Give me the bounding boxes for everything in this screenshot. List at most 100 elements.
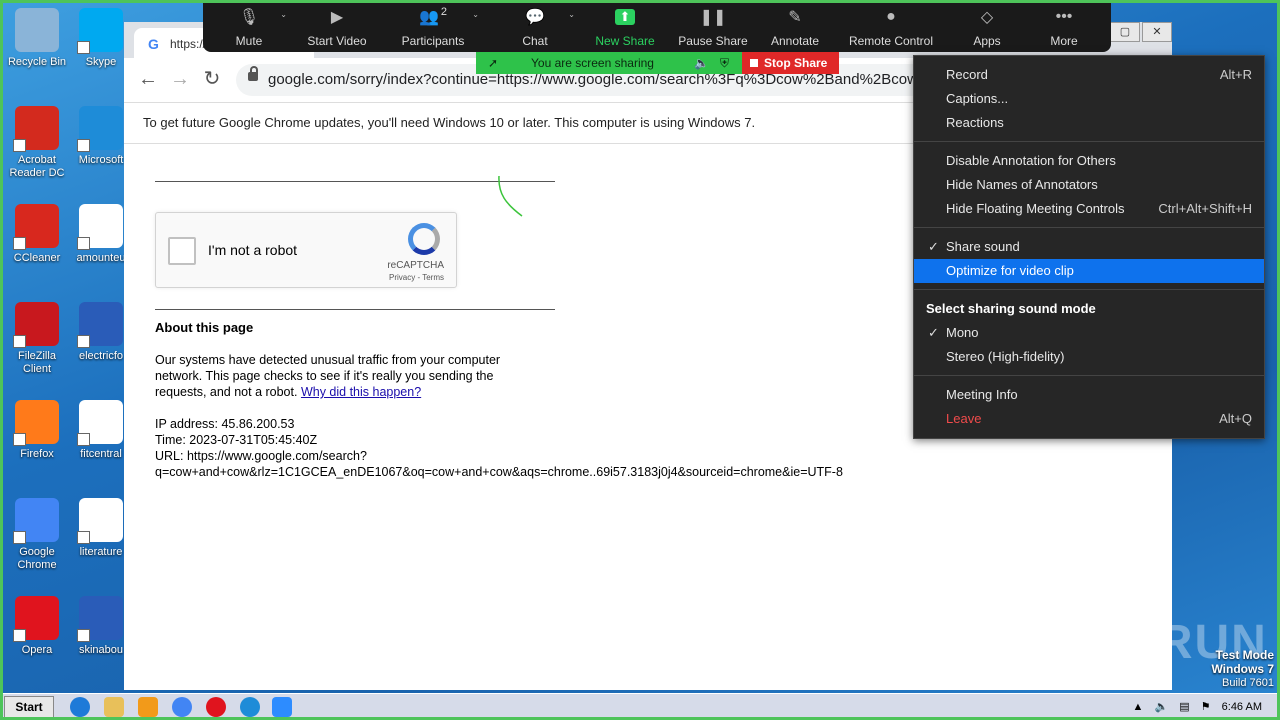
speaker-icon[interactable]: 🔈 bbox=[694, 52, 709, 74]
forward-arrow-icon[interactable]: → bbox=[168, 68, 192, 92]
more-button[interactable]: ••• More bbox=[1023, 0, 1105, 52]
zoom-meeting-toolbar: 🎙 Mute ⌄ ▶ Start Video 👥 2 Participants ⌄ 💬 Chat ⌄ ⬆… bbox=[203, 0, 1111, 52]
ip-address: IP address: 45.86.200.53 bbox=[155, 417, 295, 431]
desktop-icon[interactable]: CCleaner bbox=[4, 204, 70, 265]
media-player-icon[interactable] bbox=[138, 697, 158, 717]
chat-button[interactable]: 💬 Chat ⌄ bbox=[487, 0, 583, 52]
menu-captions[interactable]: Captions... bbox=[914, 87, 1264, 111]
zoom-taskbar-icon[interactable] bbox=[272, 697, 292, 717]
new-share-button[interactable]: ⬆ New Share bbox=[583, 0, 667, 52]
filezilla-icon bbox=[13, 302, 59, 348]
more-menu: Record Alt+R Captions... Reactions Disabl… bbox=[913, 55, 1265, 439]
menu-separator bbox=[914, 289, 1264, 290]
menu-stereo[interactable]: Stereo (High-fidelity) bbox=[914, 345, 1264, 369]
chevron-down-icon[interactable]: ⌄ bbox=[472, 10, 479, 19]
chrome-icon bbox=[13, 498, 59, 544]
desktop-icon[interactable]: Acrobat Reader DC bbox=[4, 106, 70, 180]
menu-optimize-video[interactable]: Optimize for video clip bbox=[914, 259, 1264, 283]
menu-mono[interactable]: ✓ Mono bbox=[914, 321, 1264, 345]
request-details: IP address: 45.86.200.53 Time: 2023-07-3… bbox=[155, 416, 875, 480]
blank-file-icon bbox=[77, 400, 123, 446]
microphone-icon: 🎙 bbox=[238, 9, 260, 26]
lock-icon bbox=[248, 66, 258, 81]
divider bbox=[155, 309, 555, 310]
chrome-taskbar-icon[interactable] bbox=[172, 697, 192, 717]
opera-icon bbox=[13, 596, 59, 642]
volume-icon[interactable]: 🔈 bbox=[1154, 701, 1168, 713]
desktop-icon-label: Opera bbox=[21, 644, 53, 656]
mute-button[interactable]: 🎙 Mute ⌄ bbox=[203, 0, 295, 52]
captcha-label: I'm not a robot bbox=[208, 242, 298, 258]
desktop-icon-label: Recycle Bin bbox=[7, 56, 67, 68]
menu-meeting-info[interactable]: Meeting Info bbox=[914, 383, 1264, 407]
annotation-stroke bbox=[498, 175, 523, 217]
opera-taskbar-icon[interactable] bbox=[206, 697, 226, 717]
desktop-icon[interactable]: Firefox bbox=[4, 400, 70, 461]
about-heading: About this page bbox=[155, 320, 254, 335]
start-button[interactable]: Start bbox=[4, 696, 54, 718]
blank-file-icon bbox=[77, 498, 123, 544]
recaptcha-widget: I'm not a robot reCAPTCHA Privacy - Term… bbox=[155, 212, 457, 288]
menu-leave[interactable]: Leave Alt+Q bbox=[914, 407, 1264, 431]
desktop-icon[interactable]: FileZilla Client bbox=[4, 302, 70, 376]
ie-icon[interactable] bbox=[70, 697, 90, 717]
ellipsis-icon: ••• bbox=[1055, 8, 1073, 25]
captcha-checkbox[interactable] bbox=[168, 237, 196, 265]
participants-icon: 👥 bbox=[418, 9, 439, 26]
acrobat-icon bbox=[13, 106, 59, 152]
reload-icon[interactable]: ↻ bbox=[200, 68, 224, 92]
annotate-button[interactable]: ✎ Annotate bbox=[759, 0, 831, 52]
pause-share-button[interactable]: ❚❚ Pause Share bbox=[667, 0, 759, 52]
taskbar: Start ▲ 🔈 ▤ ⚑ 6:46 AM bbox=[0, 693, 1280, 720]
desktop-icon-label: Firefox bbox=[20, 448, 54, 460]
checkmark-icon: ✓ bbox=[928, 239, 939, 254]
pin-icon[interactable]: ➚ bbox=[488, 52, 498, 74]
chevron-down-icon[interactable]: ⌄ bbox=[568, 10, 575, 19]
ccleaner-icon bbox=[13, 204, 59, 250]
menu-record[interactable]: Record Alt+R bbox=[914, 63, 1264, 87]
edge-taskbar-icon[interactable] bbox=[240, 697, 260, 717]
menu-hide-floating-controls[interactable]: Hide Floating Meeting Controls Ctrl+Alt+S… bbox=[914, 197, 1264, 221]
close-window-button[interactable]: ✕ bbox=[1142, 22, 1172, 42]
start-video-button[interactable]: ▶ Start Video bbox=[295, 0, 379, 52]
chevron-down-icon[interactable]: ⌄ bbox=[280, 10, 287, 19]
desktop-icon[interactable]: Opera bbox=[4, 596, 70, 657]
desktop-icon[interactable]: Recycle Bin bbox=[4, 8, 70, 69]
remote-control-button[interactable]: ● Remote Control bbox=[831, 0, 951, 52]
desktop-icon[interactable]: Google Chrome bbox=[4, 498, 70, 572]
desktop-icon-label: Acrobat Reader DC bbox=[9, 154, 65, 179]
shield-icon: ⛨ bbox=[720, 56, 730, 70]
back-arrow-icon[interactable]: ← bbox=[136, 68, 160, 92]
blank-file-icon bbox=[77, 204, 123, 250]
stop-share-button[interactable]: Stop Share bbox=[742, 52, 839, 74]
apps-button[interactable]: ◇ Apps bbox=[951, 0, 1023, 52]
checkmark-icon: ✓ bbox=[928, 325, 939, 340]
flag-icon[interactable]: ⚑ bbox=[1201, 701, 1211, 713]
menu-hide-annotator-names[interactable]: Hide Names of Annotators bbox=[914, 173, 1264, 197]
desktop-icon-label: Google Chrome bbox=[17, 546, 57, 571]
google-favicon-icon: G bbox=[148, 36, 159, 52]
captcha-links[interactable]: Privacy - Terms bbox=[389, 273, 444, 282]
captcha-brand: reCAPTCHA bbox=[387, 260, 444, 271]
menu-separator bbox=[914, 375, 1264, 376]
desktop-icon-label: FileZilla Client bbox=[18, 350, 56, 375]
why-link[interactable]: Why did this happen? bbox=[301, 385, 421, 399]
menu-reactions[interactable]: Reactions bbox=[914, 111, 1264, 135]
menu-share-sound[interactable]: ✓ Share sound bbox=[914, 235, 1264, 259]
system-tray: ▲ 🔈 ▤ ⚑ 6:46 AM bbox=[1133, 694, 1280, 720]
maximize-button[interactable]: ▢ bbox=[1110, 22, 1140, 42]
participants-button[interactable]: 👥 2 Participants ⌄ bbox=[379, 0, 487, 52]
participant-count: 2 bbox=[440, 6, 448, 18]
chat-icon: 💬 bbox=[525, 9, 545, 26]
clock[interactable]: 6:46 AM bbox=[1222, 701, 1262, 713]
edge-icon bbox=[77, 106, 123, 152]
explorer-icon[interactable] bbox=[104, 697, 124, 717]
apps-icon: ◇ bbox=[980, 9, 994, 26]
mouse-icon: ● bbox=[886, 8, 896, 25]
network-icon[interactable]: ▤ bbox=[1179, 701, 1189, 713]
window-controls: ▢ ✕ bbox=[1108, 22, 1172, 42]
skype-icon bbox=[77, 8, 123, 54]
menu-disable-annotation[interactable]: Disable Annotation for Others bbox=[914, 149, 1264, 173]
pause-icon: ❚❚ bbox=[699, 9, 727, 26]
tray-expand-icon[interactable]: ▲ bbox=[1133, 701, 1144, 713]
